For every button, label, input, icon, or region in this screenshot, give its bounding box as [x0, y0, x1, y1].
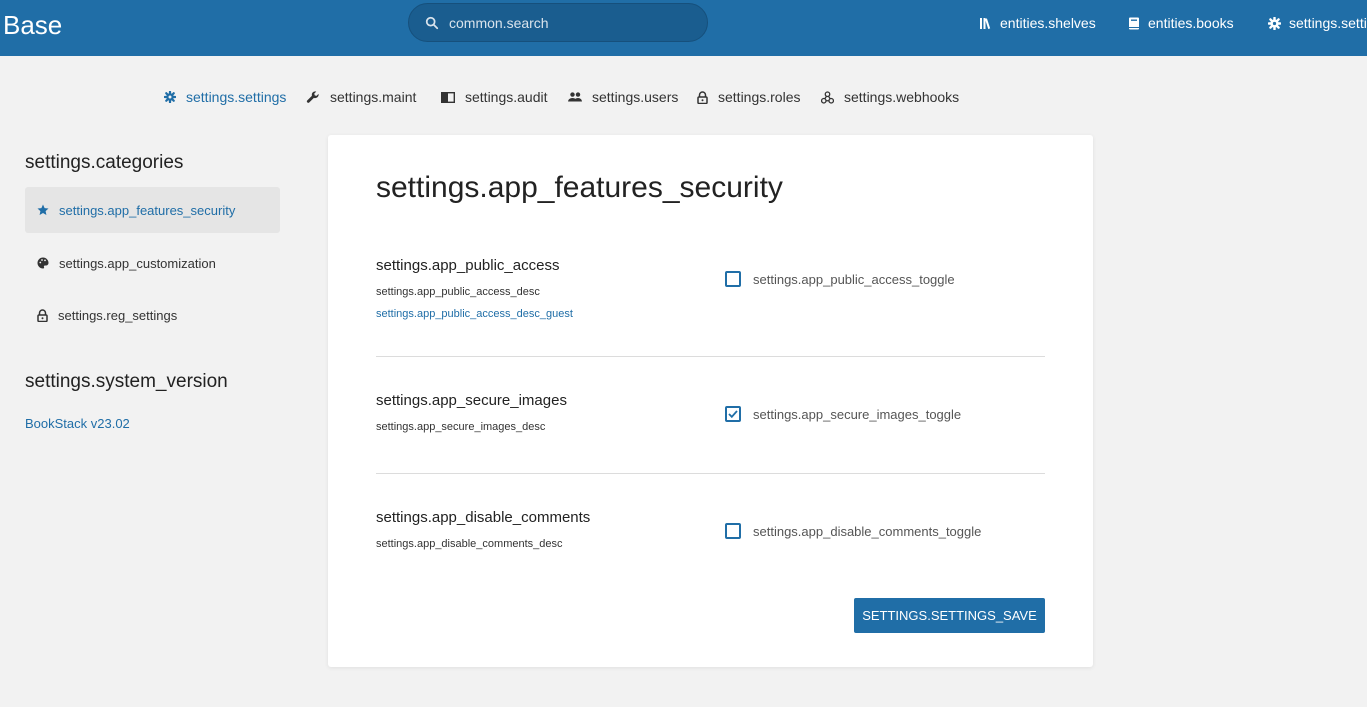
divider	[376, 473, 1045, 474]
tab-audit[interactable]: settings.audit	[441, 88, 548, 106]
tab-label: settings.roles	[718, 89, 801, 105]
setting-desc-public-access: settings.app_public_access_desc	[376, 286, 540, 298]
tab-roles[interactable]: settings.roles	[697, 88, 800, 106]
nav-books[interactable]: entities.books	[1128, 14, 1234, 32]
tab-label: settings.webhooks	[844, 89, 960, 105]
categories-heading: settings.categories	[25, 152, 184, 173]
nav-books-label: entities.books	[1148, 15, 1234, 31]
tab-label: settings.maint	[330, 89, 417, 105]
tab-label: settings.users	[592, 89, 679, 105]
star-icon	[37, 204, 49, 215]
search-input[interactable]	[449, 12, 689, 34]
nav-shelves[interactable]: entities.shelves	[980, 14, 1096, 32]
search-icon	[425, 16, 439, 30]
disable-comments-toggle[interactable]: settings.app_disable_comments_toggle	[725, 521, 981, 541]
sidebar-item-label: settings.reg_settings	[58, 307, 178, 323]
sidebar-item-registration[interactable]: settings.reg_settings	[25, 292, 280, 338]
sidebar-item-features-security[interactable]: settings.app_features_security	[25, 187, 280, 233]
sidebar-item-customization[interactable]: settings.app_customization	[25, 240, 280, 286]
system-version-heading: settings.system_version	[25, 371, 228, 392]
lock-icon	[37, 308, 48, 322]
version-link[interactable]: BookStack v23.02	[25, 416, 130, 431]
tab-webhooks[interactable]: settings.webhooks	[821, 88, 959, 106]
search-box[interactable]	[408, 3, 708, 42]
tab-maint[interactable]: settings.maint	[306, 88, 416, 106]
webhook-icon	[821, 90, 834, 104]
gear-icon	[164, 91, 176, 103]
check-icon	[728, 410, 738, 418]
secure-images-checkbox[interactable]	[725, 406, 741, 422]
settings-card: settings.app_features_security settings.…	[328, 135, 1093, 667]
toggle-label: settings.app_public_access_toggle	[753, 271, 955, 287]
users-icon	[568, 92, 582, 102]
public-access-toggle[interactable]: settings.app_public_access_toggle	[725, 269, 955, 289]
secure-images-toggle[interactable]: settings.app_secure_images_toggle	[725, 404, 961, 424]
shelves-icon	[980, 18, 991, 29]
save-settings-button[interactable]: settings.settings_save	[854, 598, 1045, 633]
nav-settings-label: settings.setti	[1289, 15, 1367, 31]
setting-label-disable-comments: settings.app_disable_comments	[376, 509, 591, 526]
setting-desc-secure-images: settings.app_secure_images_desc	[376, 421, 546, 433]
disable-comments-checkbox[interactable]	[725, 523, 741, 539]
tab-label: settings.audit	[465, 89, 548, 105]
app-logo[interactable]: Base	[3, 10, 62, 40]
palette-icon	[37, 257, 49, 269]
tab-label: settings.settings	[186, 89, 287, 105]
setting-label-public-access: settings.app_public_access	[376, 257, 560, 274]
lock-icon	[697, 90, 708, 104]
app-header: Base entities.shelves entities.books	[0, 0, 1367, 56]
divider	[376, 356, 1045, 357]
setting-link-public-access-guest[interactable]: settings.app_public_access_desc_guest	[376, 308, 573, 320]
toggle-label: settings.app_disable_comments_toggle	[753, 523, 982, 539]
setting-label-secure-images: settings.app_secure_images	[376, 392, 567, 409]
setting-desc-disable-comments: settings.app_disable_comments_desc	[376, 538, 563, 550]
sidebar-item-label: settings.app_features_security	[59, 202, 236, 218]
gear-icon	[1268, 16, 1281, 30]
tab-users[interactable]: settings.users	[568, 88, 678, 106]
page-title: settings.app_features_security	[376, 171, 783, 204]
nav-shelves-label: entities.shelves	[1000, 15, 1096, 31]
open-book-icon	[441, 91, 455, 103]
public-access-checkbox[interactable]	[725, 271, 741, 287]
toggle-label: settings.app_secure_images_toggle	[753, 406, 962, 422]
sidebar-item-label: settings.app_customization	[59, 255, 216, 271]
nav-settings[interactable]: settings.setti	[1268, 14, 1367, 32]
book-icon	[1129, 17, 1139, 29]
tab-settings[interactable]: settings.settings	[164, 88, 286, 106]
wrench-icon	[306, 91, 319, 103]
